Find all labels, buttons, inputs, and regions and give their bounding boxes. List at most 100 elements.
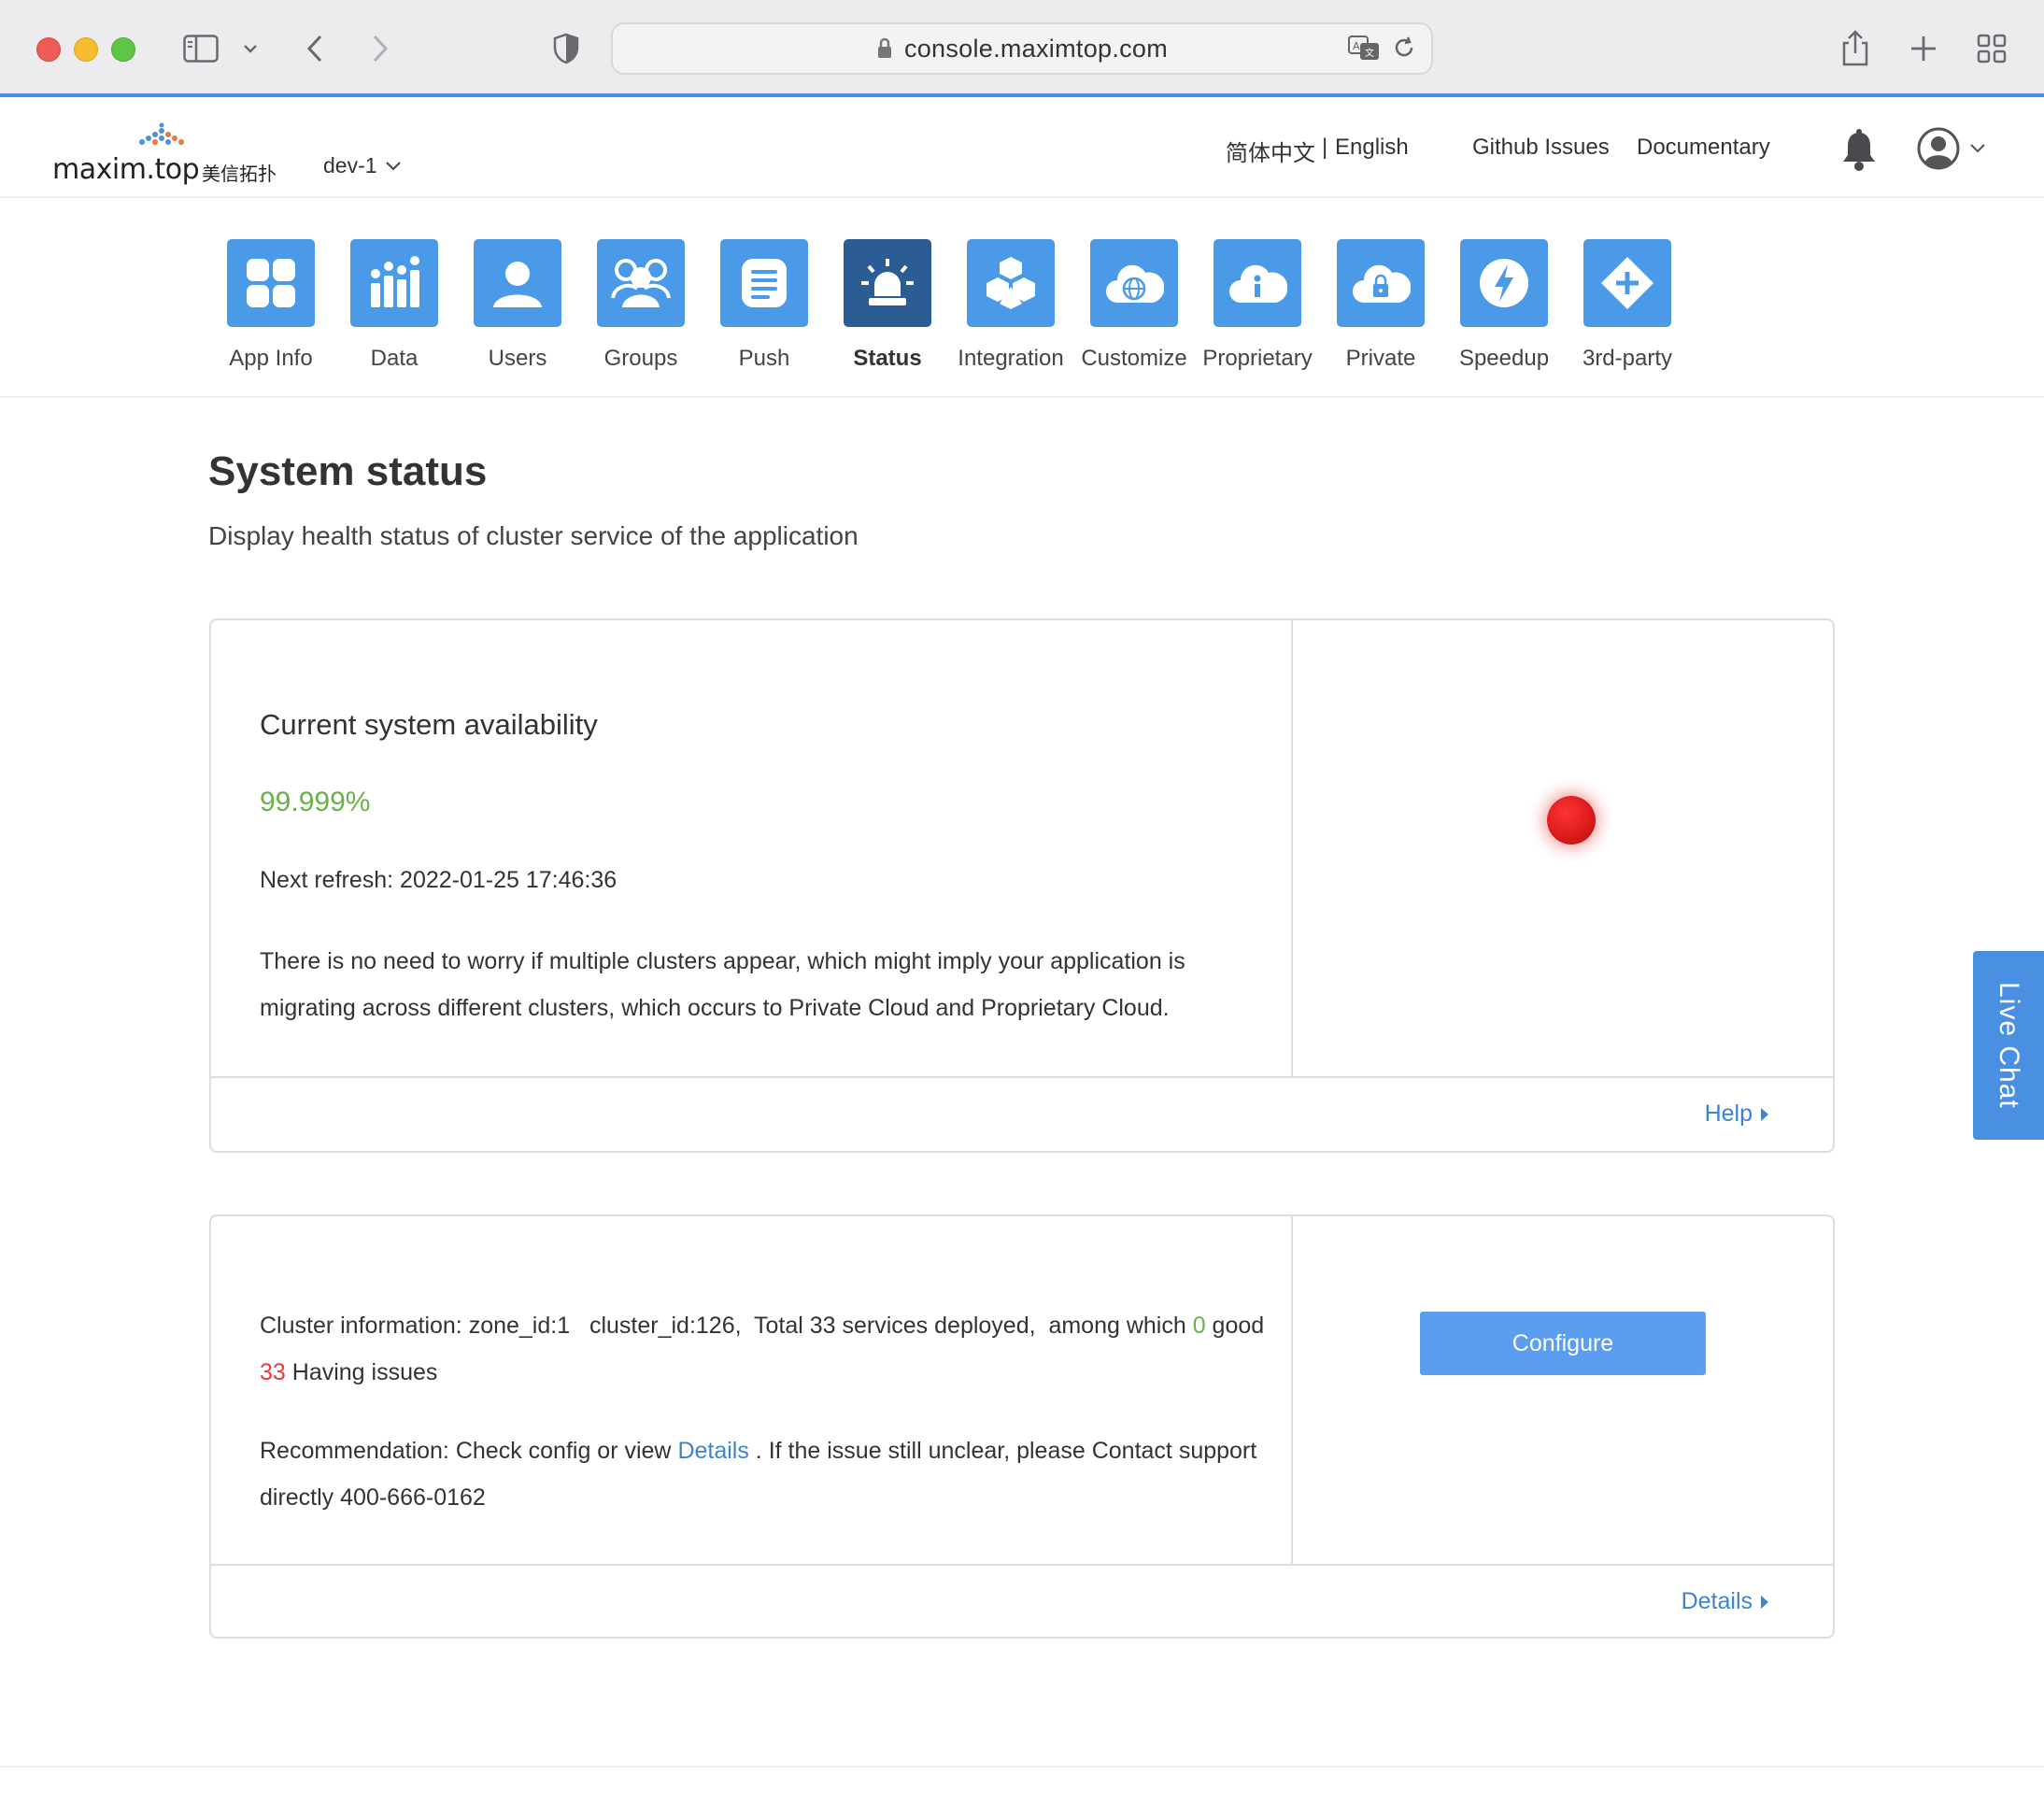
nav-item-push[interactable]: Push [703,239,826,372]
cluster-panel: Cluster information: zone_id:1 cluster_i… [211,1216,1293,1566]
svg-text:文: 文 [1365,47,1374,59]
nav-label: App Info [229,346,313,371]
app-header: maxim.top 美信拓扑 dev-1 简体中文 | English Gith… [0,101,2044,198]
shield-icon[interactable] [551,28,581,69]
nav-item-app-info[interactable]: App Info [209,239,333,372]
nav-label: Proprietary [1202,346,1313,371]
status-icon [844,239,931,327]
caret-right-icon [1761,1107,1768,1121]
cluster-card: Cluster information: zone_id:1 cluster_i… [209,1214,1835,1639]
good-label: good [1205,1313,1271,1339]
url-text: console.maximtop.com [903,34,1169,63]
recommendation-prefix: Recommendation: Check config or view [260,1438,678,1464]
logo-mark [139,122,184,145]
lang-zh-link[interactable]: 简体中文 [1226,135,1315,167]
close-window-button[interactable] [36,37,61,62]
help-link-label: Help [1704,1100,1753,1127]
minimize-window-button[interactable] [74,37,98,62]
issue-label: Having issues [285,1359,438,1385]
app-info-icon [227,239,315,327]
configure-button[interactable]: Configure [1420,1312,1706,1375]
customize-icon [1090,239,1178,327]
nav-item-customize[interactable]: Customize [1072,239,1196,372]
nav-label: Status [853,346,922,371]
cluster-info-text: Cluster information: zone_id:1 cluster_i… [260,1313,1193,1339]
reload-icon[interactable] [1392,35,1416,60]
integration-icon [967,239,1055,327]
details-inline-link[interactable]: Details [677,1438,748,1464]
chevron-down-icon [1970,144,1985,153]
main-nav: App Info Data Users Groups Push Status I… [0,198,2044,398]
nav-item-integration[interactable]: Integration [949,239,1072,372]
tab-overview-icon[interactable] [1975,28,2009,69]
user-menu[interactable] [1917,127,1986,170]
nav-label: Data [370,346,419,371]
next-refresh: Next refresh: 2022-01-25 17:46:36 [260,867,617,893]
env-selector[interactable]: dev-1 [323,153,402,178]
svg-text:A: A [1353,40,1360,52]
nav-item-3rd-party[interactable]: 3rd-party [1566,239,1689,372]
speedup-icon [1460,239,1548,327]
availability-panel: Current system availability 99.999% Next… [211,620,1293,1078]
live-chat-button[interactable]: Live Chat [1973,951,2044,1140]
availability-title: Current system availability [260,708,598,741]
back-icon[interactable] [301,28,329,69]
live-chat-label: Live Chat [1994,982,2024,1109]
nav-label: Users [488,346,547,371]
nav-item-data[interactable]: Data [333,239,456,372]
nav-label: Speedup [1458,346,1550,371]
new-tab-icon[interactable] [1908,28,1939,69]
sidebar-toggle-icon[interactable] [181,28,220,69]
push-icon [720,239,808,327]
page-subtitle: Display health status of cluster service… [208,521,859,550]
cluster-info: Cluster information: zone_id:1 cluster_i… [260,1302,1269,1396]
availability-card: Current system availability 99.999% Next… [209,618,1835,1153]
users-icon [474,239,561,327]
page-title: System status [208,448,488,494]
github-issues-link[interactable]: Github Issues [1472,135,1610,161]
groups-icon [597,239,685,327]
lang-en-link[interactable]: English [1335,135,1409,161]
logo[interactable]: maxim.top 美信拓扑 [52,121,295,187]
nav-item-private[interactable]: Private [1319,239,1442,372]
nav-item-users[interactable]: Users [456,239,579,372]
env-label: dev-1 [323,153,377,177]
cluster-note: There is no need to worry if multiple cl… [260,948,1185,1021]
nav-label: Integration [958,346,1064,371]
address-bar[interactable]: console.maximtop.com A文 [611,22,1433,75]
proprietary-icon [1214,239,1301,327]
nav-item-speedup[interactable]: Speedup [1442,239,1566,372]
share-icon[interactable] [1838,28,1872,69]
maximize-window-button[interactable] [111,37,135,62]
availability-value: 99.999% [260,787,371,817]
browser-toolbar: console.maximtop.com A文 [0,0,2044,97]
footer-divider [0,1766,2044,1768]
documentary-link[interactable]: Documentary [1637,135,1770,161]
availability-card-footer: Help [211,1076,1833,1151]
help-link[interactable]: Help [1705,1100,1769,1128]
avatar-icon [1917,127,1960,170]
translate-icon[interactable]: A文 [1347,34,1381,62]
logo-cn-text: 美信拓扑 [202,164,277,185]
lock-icon [877,37,891,58]
third-party-icon [1583,239,1671,327]
lang-separator: | [1322,135,1328,160]
private-icon [1337,239,1425,327]
nav-label: Customize [1081,346,1187,371]
logo-text: maxim.top [52,153,200,186]
forward-icon[interactable] [366,28,394,69]
nav-label: Groups [603,346,678,371]
details-link-label: Details [1681,1588,1753,1614]
nav-item-status[interactable]: Status [826,239,949,372]
status-indicator-dot [1547,796,1596,845]
details-link[interactable]: Details [1682,1588,1769,1615]
chevron-down-icon[interactable] [239,28,262,69]
bell-icon[interactable] [1840,129,1878,177]
nav-label: 3rd-party [1582,346,1673,371]
caret-right-icon [1761,1595,1768,1609]
data-icon [350,239,438,327]
good-count: 0 [1192,1313,1206,1339]
nav-item-proprietary[interactable]: Proprietary [1196,239,1319,372]
nav-item-groups[interactable]: Groups [579,239,703,372]
cluster-card-footer: Details [211,1564,1833,1637]
